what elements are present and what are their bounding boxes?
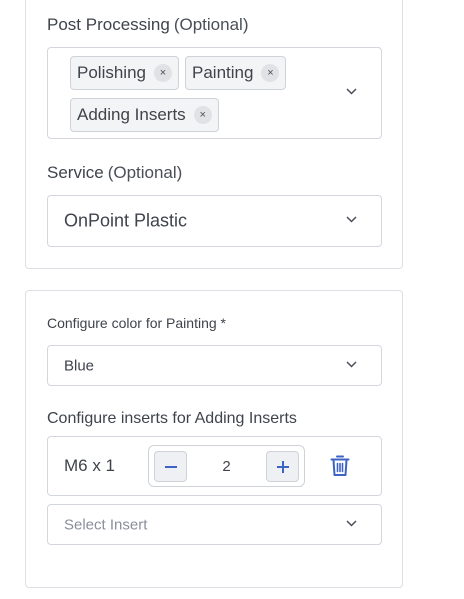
- chip-adding-inserts-label: Adding Inserts: [77, 105, 186, 124]
- chip-painting-label: Painting: [192, 63, 254, 82]
- insert-name: M6 x 1: [64, 456, 116, 475]
- select-insert-dropdown[interactable]: Select Insert: [47, 504, 382, 545]
- service-select[interactable]: OnPoint Plastic: [47, 195, 382, 247]
- color-select-value: Blue: [64, 357, 95, 374]
- chip-adding-inserts: Adding Inserts ×: [70, 98, 219, 132]
- insert-row: M6 x 1 2: [47, 436, 382, 496]
- quantity-value[interactable]: 2: [189, 446, 264, 486]
- chevron-down-icon[interactable]: [346, 216, 357, 223]
- service-select-value: OnPoint Plastic: [64, 210, 188, 231]
- close-icon[interactable]: ×: [193, 106, 212, 124]
- chevron-down-icon[interactable]: [346, 360, 357, 368]
- inserts-config-label: Configure inserts for Adding Inserts: [47, 410, 297, 427]
- chip-painting: Painting ×: [185, 56, 287, 90]
- post-processing-label: Post Processing (Optional): [47, 15, 248, 35]
- chevron-down-icon[interactable]: [346, 88, 357, 95]
- chip-polishing-label: Polishing: [77, 63, 146, 82]
- service-label: Service (Optional): [47, 163, 182, 183]
- select-insert-placeholder: Select Insert: [64, 516, 148, 533]
- service-label-text: Service: [47, 163, 104, 182]
- color-select[interactable]: Blue: [47, 345, 382, 386]
- close-icon[interactable]: ×: [154, 64, 172, 82]
- chevron-down-icon[interactable]: [346, 519, 357, 527]
- decrement-button[interactable]: [154, 451, 187, 482]
- close-icon[interactable]: ×: [261, 64, 280, 82]
- quantity-stepper: 2: [148, 445, 305, 487]
- minus-icon: [164, 465, 177, 468]
- service-optional-text: (Optional): [107, 163, 183, 182]
- chip-polishing: Polishing ×: [70, 56, 179, 90]
- post-processing-multiselect[interactable]: Polishing × Painting × Adding Inserts ×: [47, 47, 382, 139]
- increment-button[interactable]: [266, 451, 299, 482]
- color-config-label: Configure color for Painting *: [47, 315, 226, 331]
- post-processing-optional-text: (Optional): [173, 15, 249, 34]
- post-processing-label-text: Post Processing: [47, 15, 170, 34]
- plus-icon: [276, 460, 289, 473]
- trash-icon[interactable]: [330, 455, 350, 477]
